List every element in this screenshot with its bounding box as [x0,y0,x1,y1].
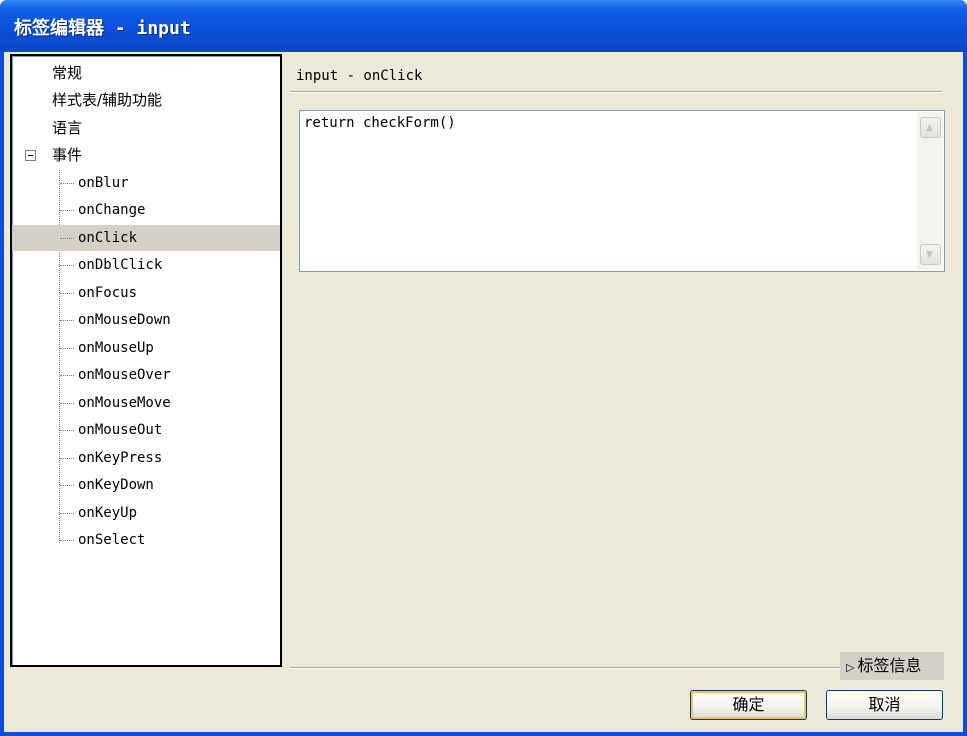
tree-item-onmouseover[interactable]: onMouseOver [12,362,280,388]
title-bar[interactable]: 标签编辑器 - input [0,0,967,52]
tree-item-onmousemove[interactable]: onMouseMove [12,390,280,416]
tree-item-onblur[interactable]: onBlur [12,170,280,196]
tree-item-label: 常规 [52,64,83,82]
tree-item-language[interactable]: 语言 [12,115,280,141]
chevron-up-icon: ▲ [926,123,933,133]
tree-item-onmousedown[interactable]: onMouseDown [12,307,280,333]
tree-item-onchange[interactable]: onChange [12,197,280,223]
window-title: 标签编辑器 - input [14,18,191,39]
footer-divider [290,667,842,669]
event-label: onMouseDown [78,312,171,328]
tree-item-onkeyup[interactable]: onKeyUp [12,500,280,526]
tree-item-ondblclick[interactable]: onDblClick [12,252,280,278]
tag-info-toggle[interactable]: ▷ 标签信息 [840,652,944,680]
tree-item-general[interactable]: 常规 [12,60,280,86]
tree-item-events[interactable]: 事件 [12,142,280,168]
triangle-right-icon: ▷ [846,661,855,674]
tree-item-onselect[interactable]: onSelect [12,527,280,553]
event-label: onChange [78,202,146,218]
event-label: onMouseOut [78,422,163,438]
cancel-button[interactable]: 取消 [826,690,943,720]
tag-editor-window: 标签编辑器 - input 常规 样式表/辅助功能 语言 事件 onBlur o… [0,0,967,736]
tree-item-label: 语言 [52,119,83,137]
event-label: onMouseMove [78,395,171,411]
event-label: onMouseUp [78,340,154,356]
tree-item-onkeydown[interactable]: onKeyDown [12,472,280,498]
chevron-down-icon: ▼ [926,250,933,260]
event-label: onSelect [78,532,146,548]
section-title: input - onClick [296,68,423,84]
code-text[interactable]: return checkForm() [304,115,456,131]
scroll-down-button[interactable]: ▼ [920,244,941,265]
tree-item-onfocus[interactable]: onFocus [12,280,280,306]
event-label: onKeyDown [78,477,154,493]
scroll-up-button[interactable]: ▲ [920,117,941,138]
tree-item-onclick[interactable]: onClick [12,225,280,251]
tree-item-onmouseup[interactable]: onMouseUp [12,335,280,361]
event-label: onMouseOver [78,367,171,383]
event-label: onDblClick [78,257,163,273]
event-code-textarea[interactable]: return checkForm() ▲ ▼ [299,110,945,272]
event-label: onKeyPress [78,450,163,466]
tree-item-label: 事件 [52,146,83,164]
section-divider [290,91,942,93]
event-label: onKeyUp [78,505,138,521]
event-label: onFocus [78,285,138,301]
tree-item-onmouseout[interactable]: onMouseOut [12,417,280,443]
ok-button[interactable]: 确定 [690,690,807,720]
collapse-icon[interactable] [25,150,36,161]
vertical-scrollbar[interactable]: ▲ ▼ [917,112,943,270]
tree-item-label: 样式表/辅助功能 [52,91,163,109]
event-label: onBlur [78,175,129,191]
dialog-body: 常规 样式表/辅助功能 语言 事件 onBlur onChange onClic… [4,52,963,732]
category-tree: 常规 样式表/辅助功能 语言 事件 onBlur onChange onClic… [10,54,282,667]
event-label: onClick [78,230,138,246]
tree-item-onkeypress[interactable]: onKeyPress [12,445,280,471]
tree-item-stylesheet[interactable]: 样式表/辅助功能 [12,87,280,113]
tag-info-label: 标签信息 [857,656,922,675]
